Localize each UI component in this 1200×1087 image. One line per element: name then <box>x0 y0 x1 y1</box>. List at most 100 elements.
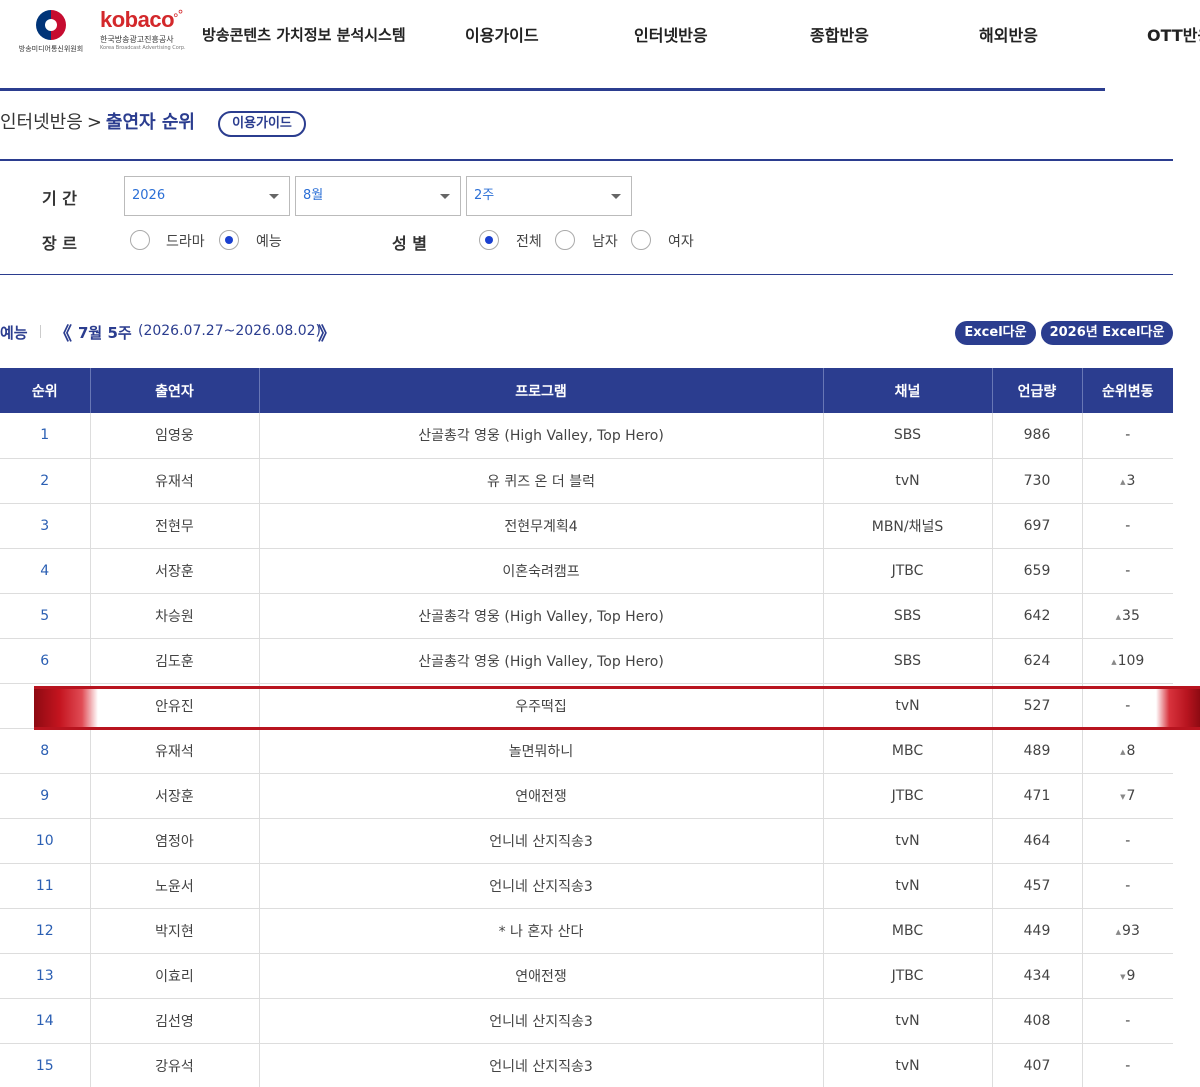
rank-change-cell: - <box>1082 503 1173 549</box>
channel-cell: tvN <box>823 818 993 864</box>
rank-change-cell: - <box>1082 863 1173 909</box>
rank-change-cell: - <box>1082 413 1173 459</box>
rank-change-cell: 9 <box>1082 953 1173 999</box>
rank-cell: 11 <box>0 863 91 909</box>
mentions-cell: 449 <box>992 908 1083 954</box>
table-row[interactable]: 9서장훈연애전쟁JTBC471 7 <box>0 773 1173 819</box>
performer-cell: 김선영 <box>90 998 260 1044</box>
channel-cell: SBS <box>823 593 993 639</box>
table-row[interactable]: 4 서장훈 이혼숙려캠프 JTBC 659 - <box>0 548 1173 594</box>
nav-overseas-reaction[interactable]: 해외반응 <box>979 22 1038 46</box>
rank-cell: 13 <box>0 953 91 999</box>
mentions-cell: 464 <box>992 818 1083 864</box>
breadcrumb: 인터넷반응 > 출연자 순위 <box>0 108 195 134</box>
performer-cell: 전현무 <box>90 503 260 549</box>
channel-cell: tvN <box>823 863 993 909</box>
gender-radio-male[interactable] <box>555 230 575 250</box>
excel-download-button[interactable]: Excel다운 <box>955 321 1036 345</box>
mentions-cell: 434 <box>992 953 1083 999</box>
excel-year-download-button[interactable]: 2026년 Excel다운 <box>1041 321 1173 345</box>
program-cell: 산골총각 영웅 (High Valley, Top Hero) <box>259 413 824 459</box>
table-row[interactable]: 5 차승원 산골총각 영웅 (High Valley, Top Hero) SBS 64… <box>0 593 1173 639</box>
rank-change-value: - <box>1125 832 1131 849</box>
rank-change-value: 35 <box>1116 608 1140 624</box>
table-row[interactable]: 8유재석놀면뭐하니MBC4898 <box>0 728 1173 774</box>
rank-change-cell: - <box>1082 1043 1173 1087</box>
performer-cell: 강유석 <box>90 1043 260 1087</box>
table-row[interactable]: 3 전현무 전현무계획4 MBN/채널S 697 - <box>0 503 1173 549</box>
gender-all-label[interactable]: 전체 <box>516 231 542 251</box>
rank-cell: 1 <box>0 413 91 459</box>
performer-cell: 서장훈 <box>90 548 260 594</box>
nav-overall-reaction[interactable]: 종합반응 <box>810 22 869 46</box>
guide-button[interactable]: 이용가이드 <box>218 111 306 137</box>
table-row[interactable]: 15 강유석 언니네 산지직송3 tvN 407 - <box>0 1043 1173 1087</box>
table-row[interactable]: 안유진 우주떡집 tvN 527 - <box>0 683 1173 729</box>
rank-cell: 12 <box>0 908 91 954</box>
table-row[interactable]: 12박지현* 나 혼자 산다MBC449 93 <box>0 908 1173 954</box>
rank-cell: 3 <box>0 503 91 549</box>
next-week-icon[interactable]: 》 <box>318 320 336 346</box>
col-channel: 채널 <box>823 368 993 413</box>
rank-change-cell: 3 <box>1082 458 1173 504</box>
col-program: 프로그램 <box>259 368 824 413</box>
table-row[interactable]: 11 노윤서 언니네 산지직송3 tvN 457 - <box>0 863 1173 909</box>
year-select-value: 2026 <box>132 188 166 203</box>
mentions-cell: 697 <box>992 503 1083 549</box>
rank-cell: 10 <box>0 818 91 864</box>
ranking-table-body: 1 임영웅 산골총각 영웅 (High Valley, Top Hero) SBS 98… <box>0 413 1173 1087</box>
channel-cell: tvN <box>823 683 993 729</box>
channel-cell: JTBC <box>823 548 993 594</box>
mentions-cell: 527 <box>992 683 1083 729</box>
gender-radio-group: 전체 남자 여자 <box>0 230 720 252</box>
channel-cell: MBC <box>823 728 993 774</box>
rank-change-cell: 7 <box>1082 773 1173 819</box>
gender-radio-female[interactable] <box>631 230 651 250</box>
channel-cell: tvN <box>823 1043 993 1087</box>
week-date-range: (2026.07.27~2026.08.02) <box>138 323 321 339</box>
nav-guide[interactable]: 이용가이드 <box>465 22 539 46</box>
table-row[interactable]: 13이효리연애전쟁JTBC434 9 <box>0 953 1173 999</box>
performer-cell: 서장훈 <box>90 773 260 819</box>
prev-week-icon[interactable]: 《 <box>54 320 72 346</box>
mentions-cell: 659 <box>992 548 1083 594</box>
chevron-down-icon <box>611 194 621 199</box>
rank-change-value: 109 <box>1111 653 1144 669</box>
program-cell: 유 퀴즈 온 더 블럭 <box>259 458 824 504</box>
table-header-row: 순위 출연자 프로그램 채널 언급량 순위변동 <box>0 368 1173 413</box>
year-select[interactable]: 2026 <box>124 176 290 216</box>
performer-cell: 유재석 <box>90 728 260 774</box>
channel-cell: tvN <box>823 458 993 504</box>
breadcrumb-parent[interactable]: 인터넷반응 <box>0 112 83 133</box>
week-label: 7월 5주 <box>78 324 132 342</box>
rank-change-value: - <box>1125 1012 1131 1029</box>
performer-cell: 이효리 <box>90 953 260 999</box>
program-cell: 산골총각 영웅 (High Valley, Top Hero) <box>259 593 824 639</box>
program-cell: * 나 혼자 산다 <box>259 908 824 954</box>
week-select[interactable]: 2주 <box>466 176 632 216</box>
rank-cell: 15 <box>0 1043 91 1087</box>
channel-cell: MBN/채널S <box>823 503 993 549</box>
col-rank: 순위 <box>0 368 91 413</box>
rank-change-value: 9 <box>1120 968 1135 984</box>
table-row[interactable]: 10 염정아 언니네 산지직송3 tvN 464 - <box>0 818 1173 864</box>
gender-male-label[interactable]: 남자 <box>592 231 618 251</box>
table-row[interactable]: 6 김도훈 산골총각 영웅 (High Valley, Top Hero) SBS 62… <box>0 638 1173 684</box>
performer-cell: 유재석 <box>90 458 260 504</box>
gender-female-label[interactable]: 여자 <box>668 231 694 251</box>
rank-change-cell: - <box>1082 818 1173 864</box>
nav-internet-reaction[interactable]: 인터넷반응 <box>634 22 708 46</box>
program-cell: 우주떡집 <box>259 683 824 729</box>
month-select[interactable]: 8월 <box>295 176 461 216</box>
page-title: 출연자 순위 <box>105 112 195 133</box>
nav-ott-reaction[interactable]: OTT반응 <box>1147 22 1200 46</box>
mentions-cell: 407 <box>992 1043 1083 1087</box>
period-label: 기 간 <box>42 189 78 208</box>
mentions-cell: 730 <box>992 458 1083 504</box>
gender-radio-all[interactable] <box>479 230 499 250</box>
table-row[interactable]: 14 김선영 언니네 산지직송3 tvN 408 - <box>0 998 1173 1044</box>
filter-divider <box>0 274 1173 275</box>
table-row[interactable]: 2유재석유 퀴즈 온 더 블럭tvN730 3 <box>0 458 1173 504</box>
table-row[interactable]: 1 임영웅 산골총각 영웅 (High Valley, Top Hero) SBS 98… <box>0 413 1173 459</box>
mentions-cell: 489 <box>992 728 1083 774</box>
